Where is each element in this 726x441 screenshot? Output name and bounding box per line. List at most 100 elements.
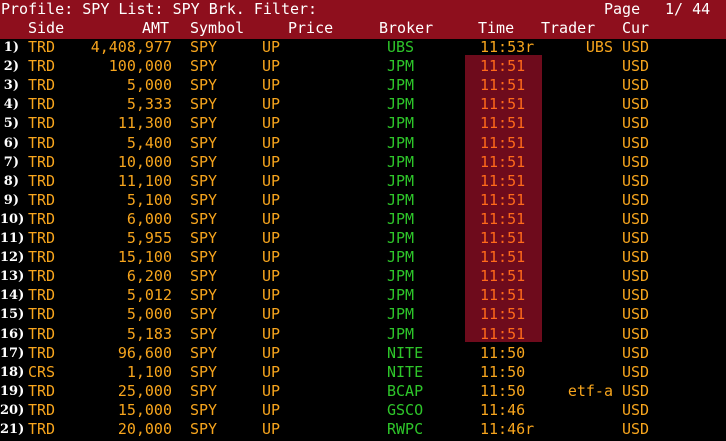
broker-cell: JPM: [387, 114, 415, 133]
currency-cell: USD: [622, 267, 650, 286]
table-row[interactable]: 15) TRD 5,000 SPY UP JPM 11:51 USD: [0, 305, 726, 324]
time-cell: 11:46r: [480, 420, 535, 438]
amount-cell: 25,000: [117, 381, 172, 400]
side-cell: TRD: [28, 229, 56, 247]
table-row[interactable]: 11) TRD 5,955 SPY UP JPM 11:51 USD: [0, 229, 726, 248]
price-cell: UP: [262, 209, 281, 228]
table-row[interactable]: 16) TRD 5,183 SPY UP JPM 11:51 USD: [0, 325, 726, 344]
broker-cell: JPM: [387, 286, 415, 305]
price-cell: UP: [262, 324, 281, 343]
row-number: 16): [0, 326, 25, 342]
price-cell: UP: [262, 343, 281, 362]
page-label: Page: [604, 0, 641, 18]
symbol-cell: SPY: [190, 343, 218, 362]
column-header-amt[interactable]: AMT: [142, 19, 169, 37]
price-cell: UP: [262, 420, 281, 438]
amount-cell: 4,408,977: [90, 38, 172, 56]
row-number: 20): [0, 402, 25, 418]
currency-cell: USD: [622, 95, 650, 114]
amount-cell: 6,200: [126, 267, 172, 286]
broker-cell: JPM: [387, 57, 415, 76]
price-cell: UP: [262, 95, 281, 114]
table-row[interactable]: 14) TRD 5,012 SPY UP JPM 11:51 USD: [0, 286, 726, 305]
symbol-cell: SPY: [190, 38, 218, 56]
currency-cell: USD: [622, 381, 650, 400]
broker-cell: JPM: [387, 209, 415, 228]
column-header-broker[interactable]: Broker: [379, 19, 433, 37]
table-row[interactable]: 21) TRD 20,000 SPY UP RWPC 11:46r USD: [0, 420, 726, 439]
time-cell: 11:51: [480, 95, 526, 114]
time-cell: 11:50: [480, 381, 526, 400]
side-cell: TRD: [28, 343, 56, 362]
column-header-cur[interactable]: Cur: [622, 19, 649, 37]
column-header-symbol[interactable]: Symbol: [190, 19, 244, 37]
side-cell: TRD: [28, 38, 56, 56]
row-number: 3): [3, 78, 19, 94]
table-row[interactable]: 1) TRD 4,408,977 SPY UP UBS 11:53r UBS USD: [0, 38, 726, 57]
broker-cell: BCAP: [387, 381, 424, 400]
column-header-time[interactable]: Time: [478, 19, 514, 37]
side-cell: TRD: [28, 248, 56, 267]
price-cell: UP: [262, 133, 281, 152]
page-indicator[interactable]: 1/ 44: [665, 0, 710, 18]
currency-cell: USD: [622, 76, 650, 95]
time-cell: 11:51: [480, 57, 526, 76]
table-row[interactable]: 12) TRD 15,100 SPY UP JPM 11:51 USD: [0, 248, 726, 267]
side-cell: TRD: [28, 114, 56, 133]
table-row[interactable]: 8) TRD 11,100 SPY UP JPM 11:51 USD: [0, 172, 726, 191]
table-row[interactable]: 2) TRD 100,000 SPY UP JPM 11:51 USD: [0, 57, 726, 76]
price-cell: UP: [262, 190, 281, 209]
table-row[interactable]: 19) TRD 25,000 SPY UP BCAP 11:50 etf-a USD: [0, 382, 726, 401]
row-number: 19): [0, 383, 25, 399]
currency-cell: USD: [622, 114, 650, 133]
table-row[interactable]: 10) TRD 6,000 SPY UP JPM 11:51 USD: [0, 210, 726, 229]
time-cell: 11:51: [480, 76, 526, 95]
time-cell: 11:51: [480, 324, 526, 343]
table-row[interactable]: 5) TRD 11,300 SPY UP JPM 11:51 USD: [0, 114, 726, 133]
table-row[interactable]: 13) TRD 6,200 SPY UP JPM 11:51 USD: [0, 267, 726, 286]
amount-cell: 5,400: [126, 133, 172, 152]
amount-cell: 5,955: [126, 229, 172, 247]
side-cell: TRD: [28, 57, 56, 76]
column-header-trader[interactable]: Trader: [541, 19, 595, 37]
time-cell: 11:51: [480, 190, 526, 209]
table-row[interactable]: 20) TRD 15,000 SPY UP GSCO 11:46 USD: [0, 401, 726, 420]
amount-cell: 96,600: [117, 343, 172, 362]
currency-cell: USD: [622, 229, 650, 247]
broker-cell: NITE: [387, 343, 424, 362]
table-row[interactable]: 7) TRD 10,000 SPY UP JPM 11:51 USD: [0, 153, 726, 172]
price-cell: UP: [262, 171, 281, 190]
amount-cell: 5,000: [126, 305, 172, 324]
filter-line[interactable]: Profile: SPY List: SPY Brk. Filter:: [1, 0, 317, 18]
currency-cell: USD: [622, 286, 650, 305]
table-row[interactable]: 4) TRD 5,333 SPY UP JPM 11:51 USD: [0, 95, 726, 114]
side-cell: TRD: [28, 400, 56, 419]
table-row[interactable]: 17) TRD 96,600 SPY UP NITE 11:50 USD: [0, 344, 726, 363]
time-cell: 11:51: [480, 133, 526, 152]
row-number: 17): [0, 345, 25, 361]
side-cell: TRD: [28, 152, 56, 171]
price-cell: UP: [262, 267, 281, 286]
row-number: 12): [0, 250, 25, 266]
currency-cell: USD: [622, 57, 650, 76]
symbol-cell: SPY: [190, 248, 218, 267]
amount-cell: 11,300: [117, 114, 172, 133]
amount-cell: 100,000: [108, 57, 172, 76]
symbol-cell: SPY: [190, 190, 218, 209]
row-number: 1): [3, 40, 19, 55]
currency-cell: USD: [622, 171, 650, 190]
symbol-cell: SPY: [190, 57, 218, 76]
price-cell: UP: [262, 114, 281, 133]
table-row[interactable]: 9) TRD 5,100 SPY UP JPM 11:51 USD: [0, 191, 726, 210]
row-number: 18): [0, 364, 25, 380]
row-number: 8): [3, 173, 19, 189]
symbol-cell: SPY: [190, 286, 218, 305]
table-row[interactable]: 6) TRD 5,400 SPY UP JPM 11:51 USD: [0, 134, 726, 153]
table-row[interactable]: 3) TRD 5,000 SPY UP JPM 11:51 USD: [0, 76, 726, 95]
column-header-price[interactable]: Price: [288, 19, 333, 37]
table-row[interactable]: 18) CRS 1,100 SPY UP NITE 11:50 USD: [0, 363, 726, 382]
side-cell: CRS: [28, 362, 56, 381]
column-header-side[interactable]: Side: [28, 19, 64, 37]
broker-cell: JPM: [387, 229, 415, 247]
broker-cell: JPM: [387, 133, 415, 152]
